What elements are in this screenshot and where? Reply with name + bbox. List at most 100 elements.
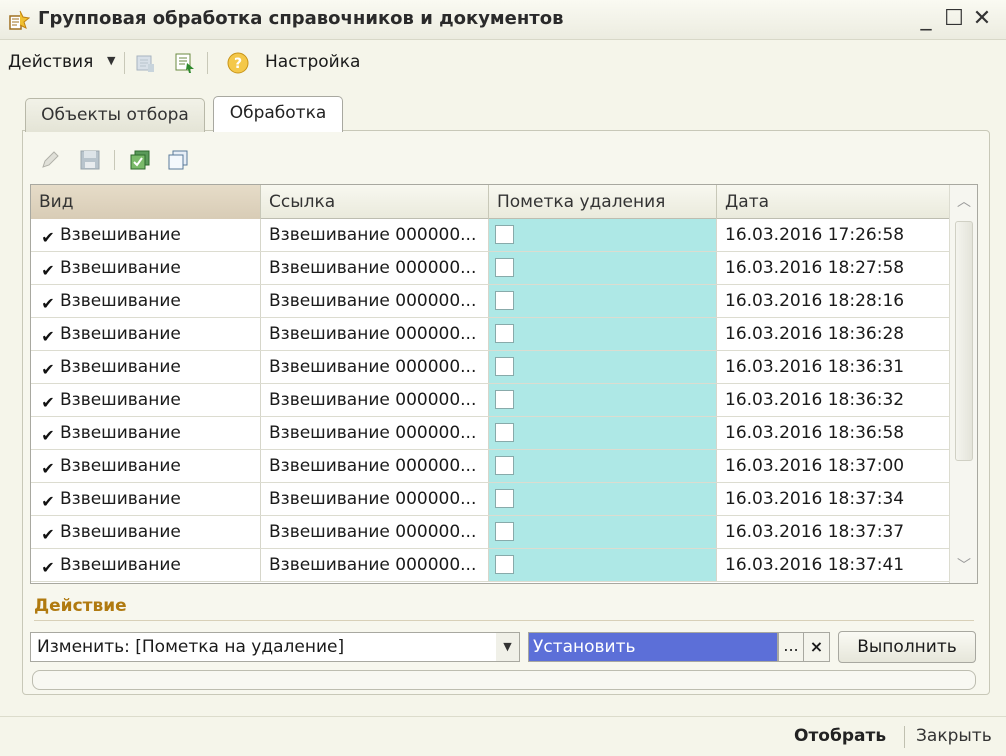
cell-type[interactable]: ✔ Взвешивание <box>31 516 261 548</box>
column-header-date[interactable]: Дата <box>717 185 949 219</box>
table-row[interactable]: ✔ Взвешивание Взвешивание 000000... 16.03.2… <box>31 318 949 351</box>
cell-deletion-mark[interactable] <box>489 549 717 581</box>
cell-date[interactable]: 16.03.2016 18:37:41 <box>717 549 949 581</box>
table-row[interactable]: ✔ Взвешивание Взвешивание 000000... 16.03.2… <box>31 483 949 516</box>
deletion-mark-checkbox[interactable] <box>495 489 514 508</box>
edit-icon[interactable] <box>38 148 62 172</box>
actions-menu-button[interactable]: Действия <box>8 52 93 72</box>
deletion-mark-checkbox[interactable] <box>495 522 514 541</box>
deletion-mark-checkbox[interactable] <box>495 258 514 277</box>
row-checkbox[interactable]: ✔ <box>39 328 57 346</box>
action-mode-select[interactable]: Изменить: [Пометка на удаление] <box>30 632 520 662</box>
cell-deletion-mark[interactable] <box>489 219 717 251</box>
cell-type[interactable]: ✔ Взвешивание <box>31 483 261 515</box>
column-header-deletion-mark[interactable]: Пометка удаления <box>489 185 717 219</box>
tab-filter-objects[interactable]: Объекты отбора <box>25 98 205 132</box>
cell-reference[interactable]: Взвешивание 000000... <box>261 252 489 284</box>
tab-processing[interactable]: Обработка <box>213 96 343 132</box>
cell-date[interactable]: 16.03.2016 18:28:16 <box>717 285 949 317</box>
row-checkbox[interactable]: ✔ <box>39 460 57 478</box>
cell-deletion-mark[interactable] <box>489 285 717 317</box>
check-all-icon[interactable] <box>128 148 152 172</box>
column-header-type[interactable]: Вид <box>31 185 261 219</box>
cell-date[interactable]: 16.03.2016 17:26:58 <box>717 219 949 251</box>
row-checkbox[interactable]: ✔ <box>39 229 57 247</box>
cell-type[interactable]: ✔ Взвешивание <box>31 450 261 482</box>
deletion-mark-checkbox[interactable] <box>495 291 514 310</box>
close-button[interactable]: Закрыть <box>916 726 992 746</box>
table-row[interactable]: ✔ Взвешивание Взвешивание 000000... 16.03.2… <box>31 549 949 582</box>
row-checkbox[interactable]: ✔ <box>39 295 57 313</box>
deletion-mark-checkbox[interactable] <box>495 555 514 574</box>
scroll-up-icon[interactable]: ︿ <box>950 191 977 213</box>
deletion-mark-checkbox[interactable] <box>495 324 514 343</box>
help-icon[interactable]: ? <box>225 50 251 76</box>
cell-reference[interactable]: Взвешивание 000000... <box>261 219 489 251</box>
row-checkbox[interactable]: ✔ <box>39 493 57 511</box>
table-row[interactable]: ✔ Взвешивание Взвешивание 000000... 16.03.2… <box>31 516 949 549</box>
clear-value-button[interactable]: × <box>804 632 830 662</box>
cell-reference[interactable]: Взвешивание 000000... <box>261 285 489 317</box>
deletion-mark-checkbox[interactable] <box>495 423 514 442</box>
scroll-thumb[interactable] <box>955 221 973 461</box>
cell-reference[interactable]: Взвешивание 000000... <box>261 351 489 383</box>
select-value-button[interactable]: ... <box>778 632 804 662</box>
close-window-button[interactable]: ✕ <box>968 4 996 34</box>
row-checkbox[interactable]: ✔ <box>39 559 57 577</box>
cell-type[interactable]: ✔ Взвешивание <box>31 384 261 416</box>
deletion-mark-checkbox[interactable] <box>495 357 514 376</box>
table-row[interactable]: ✔ Взвешивание Взвешивание 000000... 16.03.2… <box>31 351 949 384</box>
cell-date[interactable]: 16.03.2016 18:36:58 <box>717 417 949 449</box>
cell-date[interactable]: 16.03.2016 18:37:37 <box>717 516 949 548</box>
select-icon[interactable] <box>172 50 198 76</box>
table-row[interactable]: ✔ Взвешивание Взвешивание 000000... 16.03.2… <box>31 219 949 252</box>
table-row[interactable]: ✔ Взвешивание Взвешивание 000000... 16.03.2… <box>31 285 949 318</box>
settings-button[interactable]: Настройка <box>265 52 360 72</box>
row-checkbox[interactable]: ✔ <box>39 361 57 379</box>
cell-date[interactable]: 16.03.2016 18:36:32 <box>717 384 949 416</box>
cell-reference[interactable]: Взвешивание 000000... <box>261 417 489 449</box>
cell-deletion-mark[interactable] <box>489 252 717 284</box>
cell-type[interactable]: ✔ Взвешивание <box>31 252 261 284</box>
maximize-button[interactable]: ☐ <box>940 4 968 34</box>
post-icon[interactable] <box>133 50 159 76</box>
cell-reference[interactable]: Взвешивание 000000... <box>261 318 489 350</box>
cell-reference[interactable]: Взвешивание 000000... <box>261 450 489 482</box>
cell-type[interactable]: ✔ Взвешивание <box>31 318 261 350</box>
cell-date[interactable]: 16.03.2016 18:27:58 <box>717 252 949 284</box>
cell-type[interactable]: ✔ Взвешивание <box>31 351 261 383</box>
table-row[interactable]: ✔ Взвешивание Взвешивание 000000... 16.03.2… <box>31 252 949 285</box>
uncheck-all-icon[interactable] <box>166 148 190 172</box>
scroll-down-icon[interactable]: ﹀ <box>950 555 977 577</box>
cell-deletion-mark[interactable] <box>489 483 717 515</box>
cell-reference[interactable]: Взвешивание 000000... <box>261 384 489 416</box>
minimize-button[interactable]: _ <box>912 4 940 34</box>
column-header-reference[interactable]: Ссылка <box>261 185 489 219</box>
cell-date[interactable]: 16.03.2016 18:37:34 <box>717 483 949 515</box>
row-checkbox[interactable]: ✔ <box>39 262 57 280</box>
row-checkbox[interactable]: ✔ <box>39 427 57 445</box>
deletion-mark-checkbox[interactable] <box>495 456 514 475</box>
cell-deletion-mark[interactable] <box>489 450 717 482</box>
cell-deletion-mark[interactable] <box>489 417 717 449</box>
cell-date[interactable]: 16.03.2016 18:36:28 <box>717 318 949 350</box>
vertical-scrollbar[interactable]: ︿ ﹀ <box>949 185 977 583</box>
cell-type[interactable]: ✔ Взвешивание <box>31 219 261 251</box>
cell-reference[interactable]: Взвешивание 000000... <box>261 483 489 515</box>
deletion-mark-checkbox[interactable] <box>495 225 514 244</box>
cell-deletion-mark[interactable] <box>489 351 717 383</box>
cell-type[interactable]: ✔ Взвешивание <box>31 417 261 449</box>
cell-deletion-mark[interactable] <box>489 318 717 350</box>
save-icon[interactable] <box>78 148 102 172</box>
table-row[interactable]: ✔ Взвешивание Взвешивание 000000... 16.03.2… <box>31 417 949 450</box>
cell-reference[interactable]: Взвешивание 000000... <box>261 516 489 548</box>
select-button[interactable]: Отобрать <box>794 726 886 746</box>
row-checkbox[interactable]: ✔ <box>39 394 57 412</box>
table-row[interactable]: ✔ Взвешивание Взвешивание 000000... 16.03.2… <box>31 450 949 483</box>
deletion-mark-checkbox[interactable] <box>495 390 514 409</box>
cell-deletion-mark[interactable] <box>489 384 717 416</box>
cell-date[interactable]: 16.03.2016 18:37:00 <box>717 450 949 482</box>
cell-reference[interactable]: Взвешивание 000000... <box>261 549 489 581</box>
action-value-field[interactable]: Установить <box>528 632 778 662</box>
cell-type[interactable]: ✔ Взвешивание <box>31 285 261 317</box>
